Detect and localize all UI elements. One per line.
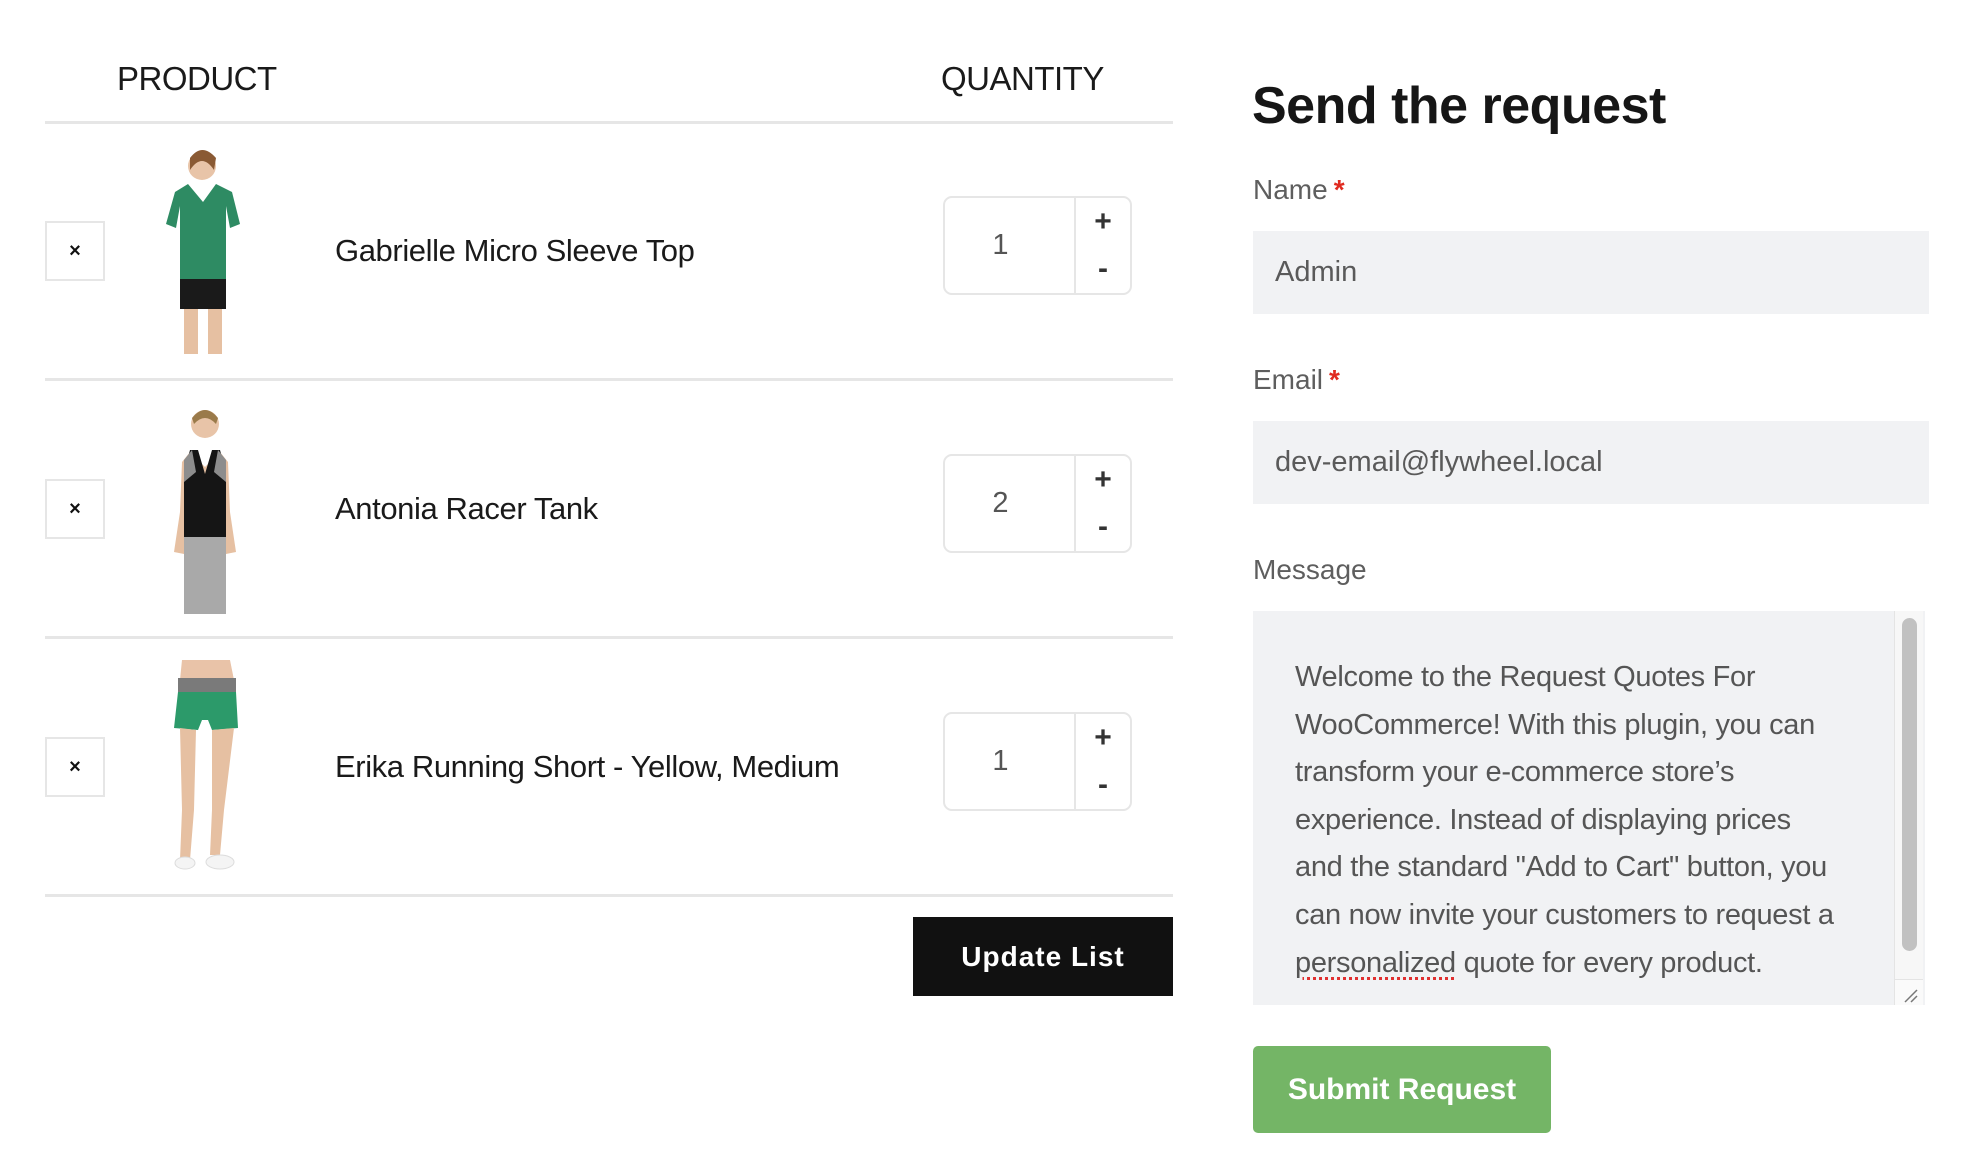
name-value: Admin [1275, 256, 1358, 288]
message-line: personalized quote for every product. [1295, 940, 1875, 988]
leg-left [184, 309, 198, 354]
garment-bottom [184, 537, 226, 614]
product-image[interactable] [150, 402, 260, 614]
product-image[interactable] [150, 660, 260, 872]
leg-right [210, 728, 234, 855]
increment-button[interactable]: + [1076, 198, 1130, 246]
quantity-stepper: 2 + - [943, 454, 1132, 553]
leg-left [180, 728, 196, 860]
garment-bottom [180, 279, 226, 309]
leg-right [208, 309, 222, 354]
misspelled-word[interactable]: personalized [1295, 947, 1456, 979]
quantity-stepper: 1 + - [943, 712, 1132, 811]
close-icon: × [69, 240, 81, 262]
quantity-input[interactable]: 1 [945, 714, 1076, 809]
torso-shape [180, 660, 234, 680]
garment-bottom [174, 692, 238, 730]
message-line: experience. Instead of displaying prices [1295, 803, 1791, 836]
name-field[interactable]: Admin [1253, 231, 1929, 314]
message-textarea[interactable]: Welcome to the Request Quotes For WooCom… [1253, 611, 1925, 1005]
column-header-quantity: QUANTITY [941, 60, 1104, 97]
scrollbar-track[interactable] [1894, 611, 1923, 980]
message-line: can now invite your customers to request… [1295, 898, 1834, 931]
email-label-text: Email [1253, 364, 1324, 395]
remove-item-button[interactable]: × [45, 479, 105, 539]
row-divider [45, 894, 1173, 897]
product-name[interactable]: Antonia Racer Tank [335, 479, 598, 539]
required-marker: * [1329, 364, 1340, 395]
decrement-button[interactable]: - [1076, 762, 1130, 810]
column-header-product: PRODUCT [117, 60, 277, 97]
shoe-left [174, 856, 196, 870]
table-row: × Gabrielle Micro Sleeve Top 1 + - [45, 122, 1173, 379]
submit-request-button[interactable]: Submit Request [1253, 1046, 1551, 1133]
scrollbar-thumb[interactable] [1902, 618, 1917, 951]
table-row: × Antonia Racer Tank 2 + - [45, 380, 1173, 637]
quantity-input[interactable]: 1 [945, 198, 1076, 293]
message-label: Message [1253, 554, 1367, 585]
product-image[interactable] [150, 144, 260, 356]
message-line-rest: quote for every product. [1455, 946, 1763, 979]
required-marker: * [1333, 174, 1345, 205]
quantity-input[interactable]: 2 [945, 456, 1076, 551]
name-label: Name * [1253, 174, 1345, 206]
name-label-text: Name [1253, 174, 1328, 205]
quantity-stepper: 1 + - [943, 196, 1132, 295]
message-line: WooCommerce! With this plugin, you can [1295, 708, 1815, 741]
resize-handle-icon[interactable] [1894, 979, 1923, 1005]
message-line: and the standard "Add to Cart" button, y… [1295, 851, 1827, 884]
message-text: Welcome to the Request Quotes For WooCom… [1295, 654, 1875, 987]
email-label: Email * [1253, 364, 1340, 396]
email-field[interactable]: dev-email@flywheel.local [1253, 421, 1929, 504]
garment-top [166, 184, 240, 279]
table-row: × Erika Running Short - Yellow, Medium 1… [45, 638, 1173, 895]
message-line: Welcome to the Request Quotes For [1295, 661, 1756, 693]
increment-button[interactable]: + [1076, 714, 1130, 762]
message-line: transform your e-commerce store’s [1295, 756, 1735, 789]
product-name[interactable]: Gabrielle Micro Sleeve Top [335, 221, 695, 281]
close-icon: × [69, 756, 81, 778]
product-name[interactable]: Erika Running Short - Yellow, Medium [335, 737, 840, 797]
shoe-right [205, 854, 235, 870]
increment-button[interactable]: + [1076, 456, 1130, 504]
close-icon: × [69, 498, 81, 520]
decrement-button[interactable]: - [1076, 504, 1130, 552]
email-value: dev-email@flywheel.local [1275, 446, 1603, 478]
decrement-button[interactable]: - [1076, 246, 1130, 294]
form-title: Send the request [1252, 77, 1666, 135]
remove-item-button[interactable]: × [45, 221, 105, 281]
update-list-button[interactable]: Update List [913, 917, 1173, 996]
remove-item-button[interactable]: × [45, 737, 105, 797]
waistband [178, 678, 236, 692]
